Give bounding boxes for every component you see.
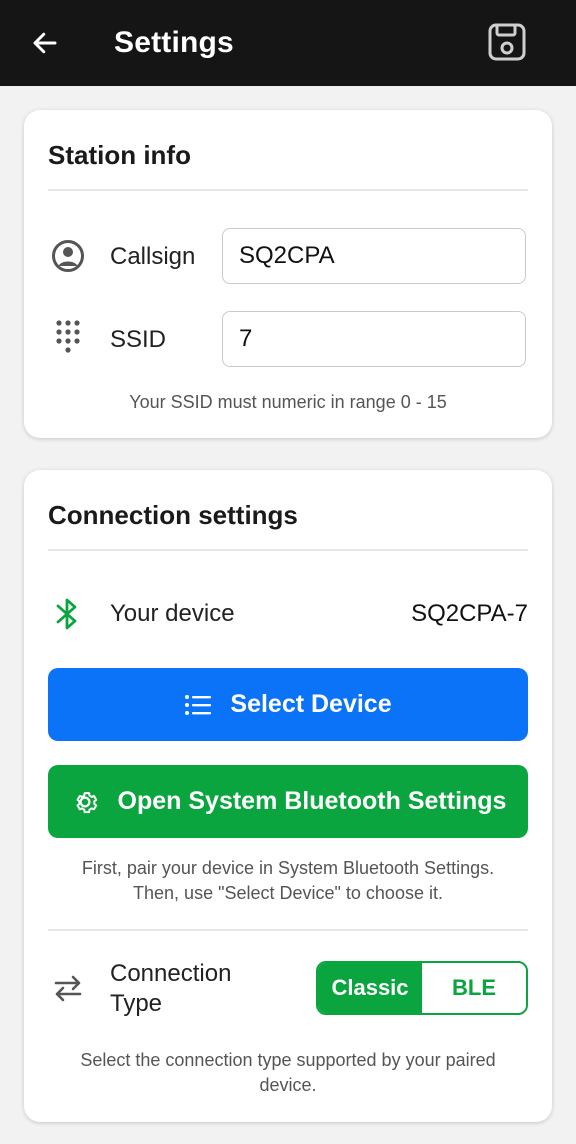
connection-type-ble[interactable]: BLE bbox=[422, 963, 526, 1013]
divider bbox=[48, 929, 528, 931]
open-bluetooth-settings-button[interactable]: Open System Bluetooth Settings bbox=[48, 765, 528, 838]
pair-hint: First, pair your device in System Blueto… bbox=[48, 856, 528, 906]
divider bbox=[48, 189, 528, 191]
callsign-field[interactable] bbox=[222, 228, 526, 284]
account-circle-icon bbox=[50, 238, 86, 274]
connection-type-hint-line-1: Select the connection type supported by … bbox=[80, 1050, 496, 1070]
connection-type-hint-line-2: device. bbox=[259, 1075, 317, 1095]
connection-settings-card: Connection settings Your device SQ2CPA-7… bbox=[24, 470, 552, 1122]
gear-icon bbox=[70, 787, 100, 817]
list-icon bbox=[184, 694, 212, 716]
dialpad-icon bbox=[50, 320, 86, 356]
swap-horizontal-icon bbox=[50, 970, 86, 1006]
pair-hint-line-1: First, pair your device in System Blueto… bbox=[81, 858, 495, 878]
ssid-label: SSID bbox=[110, 326, 167, 353]
station-info-title: Station info bbox=[48, 140, 191, 170]
select-device-button[interactable]: Select Device bbox=[48, 668, 528, 741]
connection-type-label-line-1: Connection bbox=[110, 960, 232, 987]
station-info-card: Station info Callsign SSID Your SSID mus… bbox=[24, 110, 552, 438]
open-bluetooth-settings-label: Open System Bluetooth Settings bbox=[117, 787, 507, 815]
app-bar: Settings bbox=[0, 0, 576, 86]
connection-type-label: Connection Type bbox=[110, 959, 231, 1019]
select-device-label: Select Device bbox=[230, 690, 392, 718]
callsign-label: Callsign bbox=[110, 243, 196, 270]
divider bbox=[48, 549, 528, 551]
connection-settings-title: Connection settings bbox=[48, 500, 298, 530]
save-button[interactable] bbox=[486, 21, 528, 63]
bluetooth-icon bbox=[50, 596, 86, 632]
ssid-hint: Your SSID must numeric in range 0 - 15 bbox=[129, 392, 447, 412]
connection-type-classic[interactable]: Classic bbox=[318, 963, 422, 1013]
page-title: Settings bbox=[114, 26, 234, 59]
your-device-label: Your device bbox=[110, 600, 235, 627]
connection-type-label-line-2: Type bbox=[110, 990, 163, 1017]
ssid-field[interactable] bbox=[222, 311, 526, 367]
pair-hint-line-2: Then, use "Select Device" to choose it. bbox=[133, 883, 443, 903]
device-name: SQ2CPA-7 bbox=[411, 600, 528, 627]
back-button[interactable] bbox=[22, 20, 68, 66]
floppy-disk-icon bbox=[488, 23, 526, 61]
connection-type-hint: Select the connection type supported by … bbox=[48, 1048, 528, 1098]
connection-type-toggle[interactable]: Classic BLE bbox=[316, 961, 528, 1015]
arrow-left-icon bbox=[33, 32, 57, 54]
